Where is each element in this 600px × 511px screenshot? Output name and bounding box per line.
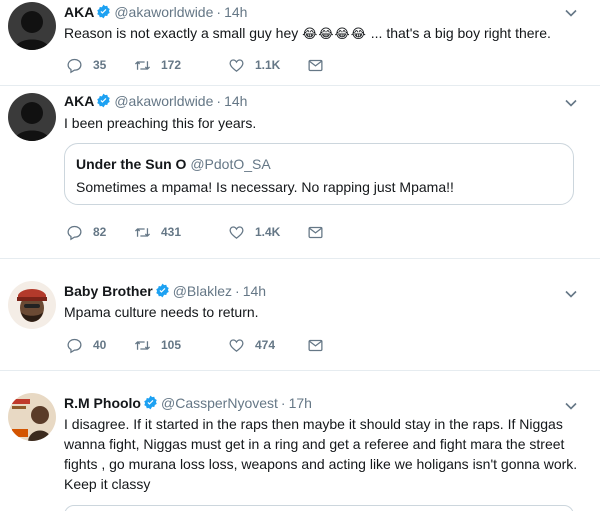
display-name[interactable]: R.M Phoolo (64, 395, 141, 411)
tweet-text: I disagree. If it started in the raps th… (64, 414, 584, 494)
chevron-down-icon[interactable] (564, 287, 578, 301)
retweet-button[interactable]: 431 (134, 223, 181, 241)
display-name[interactable]: Baby Brother (64, 283, 153, 299)
timestamp[interactable]: 14h (243, 283, 266, 299)
tweet-text: I been preaching this for years. (64, 115, 257, 131)
retweet-count: 172 (161, 58, 182, 72)
reply-button[interactable]: 35 (66, 56, 106, 74)
heart-icon (229, 225, 244, 239)
tweet-text-main: Reason is not exactly a small guy hey (64, 25, 299, 41)
tweet-text: Reason is not exactly a small guy hey 😂😂… (64, 23, 584, 44)
timestamp[interactable]: 17h (289, 395, 312, 411)
like-button[interactable]: 1.1K (228, 56, 280, 74)
verified-badge-icon (144, 395, 157, 410)
tweet-text-line: fights , go murana loss loss, weapons an… (64, 456, 578, 472)
reply-icon (67, 225, 82, 240)
display-name[interactable]: AKA (64, 4, 94, 20)
like-button[interactable]: 1.4K (228, 223, 280, 241)
chevron-down-icon[interactable] (564, 96, 578, 110)
handle[interactable]: @Blaklez (173, 283, 232, 299)
verified-badge-icon (97, 93, 111, 108)
quoted-tweet-header: Under the Sun O @PdotO_SA (76, 156, 271, 172)
tweet[interactable]: Baby Brother @Blaklez · 14h Mpama culture n… (0, 259, 600, 371)
avatar[interactable] (8, 2, 56, 50)
bearded-man-avatar-icon (8, 281, 56, 329)
timestamp[interactable]: 14h (224, 93, 247, 109)
tweet-text-line: Keep it classy (64, 476, 151, 492)
retweet-icon (134, 340, 151, 350)
reply-button[interactable]: 82 (66, 223, 106, 241)
reply-count: 82 (93, 225, 107, 239)
tweet-header: AKA @akaworldwide · 14h (64, 4, 247, 20)
handle[interactable]: @akaworldwide (114, 93, 213, 109)
reply-button[interactable]: 40 (66, 336, 106, 354)
heart-icon (229, 338, 244, 352)
chevron-down-icon[interactable] (564, 6, 578, 20)
separator-dot: · (216, 4, 222, 20)
tweet-text-after: ... that's a big boy right there. (370, 25, 551, 41)
avatar[interactable] (8, 93, 56, 141)
separator-dot: · (280, 395, 286, 411)
verified-badge-icon (155, 283, 169, 298)
display-name[interactable]: AKA (64, 93, 94, 109)
like-count: 474 (255, 338, 276, 352)
direct-message-button[interactable] (307, 223, 334, 241)
avatar[interactable] (8, 281, 56, 329)
emoji-laughing: 😂😂😂😂 (302, 26, 367, 41)
chevron-down-icon[interactable] (564, 399, 578, 413)
like-count: 1.1K (255, 58, 281, 72)
reply-count: 35 (93, 58, 107, 72)
tweet-text-line: I disagree. If it started in the raps th… (64, 416, 563, 432)
handle[interactable]: @akaworldwide (114, 4, 213, 20)
tweet-header: AKA @akaworldwide · 14h (64, 93, 247, 109)
quoted-handle: @PdotO_SA (190, 156, 271, 172)
retweet-icon (134, 227, 151, 237)
reply-count: 40 (93, 338, 107, 352)
retweet-icon (134, 60, 151, 70)
quoted-tweet-text: Sometimes a mpama! Is necessary. No rapp… (76, 179, 454, 195)
separator-dot: · (216, 93, 222, 109)
retweet-count: 105 (161, 338, 182, 352)
heart-icon (229, 58, 244, 72)
quoted-display-name: Under the Sun O (76, 156, 187, 172)
quoted-tweet[interactable]: Under the Sun O @PdotO_SA Sometimes a mp… (64, 143, 574, 205)
media-card-partial[interactable] (64, 505, 574, 511)
direct-message-button[interactable] (307, 336, 334, 354)
avatar[interactable] (8, 393, 56, 441)
tweet[interactable]: AKA @akaworldwide · 14h Reason is not exact… (0, 0, 600, 86)
like-count: 1.4K (255, 225, 281, 239)
separator-dot: · (235, 283, 240, 299)
tweet[interactable]: R.M Phoolo @CassperNyovest · 17h I disagree… (0, 371, 600, 511)
handle[interactable]: @CassperNyovest (161, 395, 278, 411)
tweet[interactable]: AKA @akaworldwide · 14h I been preaching th… (0, 86, 600, 259)
tweet-header: R.M Phoolo @CassperNyovest · 17h (64, 395, 312, 411)
poster-avatar-icon (8, 393, 56, 441)
timestamp[interactable]: 14h (224, 4, 247, 20)
default-silhouette-icon (8, 93, 56, 141)
tweet-header: Baby Brother @Blaklez · 14h (64, 283, 266, 299)
envelope-icon (308, 339, 323, 351)
retweet-button[interactable]: 105 (134, 336, 181, 354)
reply-icon (67, 338, 82, 353)
retweet-button[interactable]: 172 (134, 56, 181, 74)
tweet-text: Mpama culture needs to return. (64, 304, 259, 320)
default-silhouette-icon (8, 2, 56, 50)
verified-badge-icon (97, 4, 111, 19)
tweet-text-line: wanna fight, Niggas must get in a ring a… (64, 436, 565, 452)
reply-icon (67, 58, 82, 73)
retweet-count: 431 (161, 225, 182, 239)
direct-message-button[interactable] (307, 56, 334, 74)
like-button[interactable]: 474 (228, 336, 275, 354)
envelope-icon (308, 226, 323, 238)
envelope-icon (308, 59, 323, 71)
